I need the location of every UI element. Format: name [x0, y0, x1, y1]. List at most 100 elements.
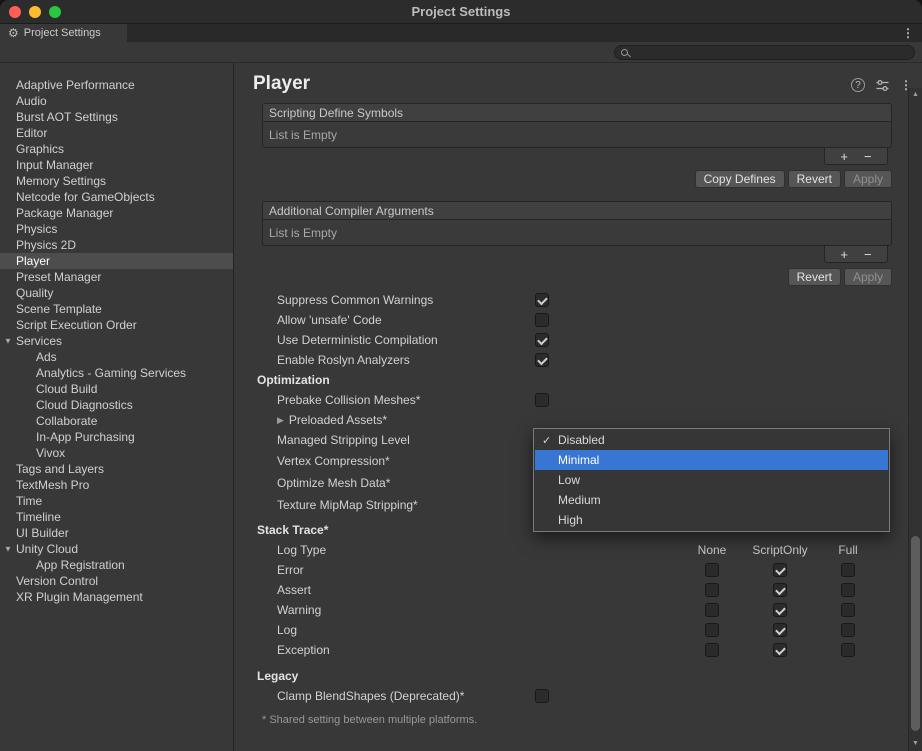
sidebar-item[interactable]: ▼ Physics 2D	[0, 237, 233, 253]
copy-defines-button[interactable]: Copy Defines	[695, 170, 785, 188]
settings-sidebar: ▼ Adaptive Performance ▼ Audio ▼ Burst A…	[0, 63, 234, 751]
zoom-button[interactable]	[49, 6, 61, 18]
setting-checkbox[interactable]	[535, 313, 549, 327]
sidebar-item[interactable]: ▼ Tags and Layers	[0, 461, 233, 477]
none-checkbox[interactable]	[705, 643, 719, 657]
none-checkbox[interactable]	[705, 583, 719, 597]
apply-button[interactable]: Apply	[844, 268, 892, 286]
none-checkbox[interactable]	[705, 603, 719, 617]
sidebar-item[interactable]: ▼ UI Builder	[0, 525, 233, 541]
setting-label: Enable Roslyn Analyzers	[277, 353, 535, 367]
tab-project-settings[interactable]: ⚙ Project Settings	[0, 24, 127, 42]
tab-label: Project Settings	[24, 27, 101, 39]
texture-mipmap-label: Texture MipMap Stripping*	[277, 498, 535, 512]
scripting-define-symbols-list: Scripting Define Symbols List is Empty +…	[262, 103, 892, 165]
sidebar-item[interactable]: ▼ Player	[0, 253, 233, 269]
preset-sliders-icon[interactable]	[876, 79, 889, 92]
vertical-scrollbar[interactable]: ▲ ▼	[908, 88, 922, 751]
sidebar-item[interactable]: ▼ Quality	[0, 285, 233, 301]
sidebar-item-label: XR Plugin Management	[16, 590, 143, 604]
help-icon[interactable]: ?	[851, 78, 865, 92]
search-input[interactable]	[632, 47, 908, 59]
dropdown-menu-item[interactable]: ✓ Disabled	[535, 430, 888, 450]
scriptonly-checkbox[interactable]	[773, 623, 787, 637]
clamp-blendshapes-checkbox[interactable]	[535, 689, 549, 703]
dropdown-menu-item[interactable]: ✓ Low	[535, 470, 888, 490]
sidebar-item[interactable]: ▼ Physics	[0, 221, 233, 237]
full-checkbox[interactable]	[841, 603, 855, 617]
sidebar-item[interactable]: ▼ Input Manager	[0, 157, 233, 173]
scriptonly-checkbox[interactable]	[773, 603, 787, 617]
sidebar-item[interactable]: ▼ Burst AOT Settings	[0, 109, 233, 125]
foldout-open-icon[interactable]: ▼	[4, 337, 12, 346]
sidebar-item[interactable]: ▼ Adaptive Performance	[0, 77, 233, 93]
revert-button[interactable]: Revert	[788, 268, 841, 286]
sidebar-item[interactable]: ▼ Audio	[0, 93, 233, 109]
setting-checkbox[interactable]	[535, 333, 549, 347]
revert-button[interactable]: Revert	[788, 170, 841, 188]
sidebar-item[interactable]: ▼ TextMesh Pro	[0, 477, 233, 493]
foldout-open-icon[interactable]: ▼	[4, 545, 12, 554]
full-checkbox[interactable]	[841, 583, 855, 597]
sidebar-item[interactable]: ▼ Preset Manager	[0, 269, 233, 285]
sidebar-item[interactable]: ▼ Script Execution Order	[0, 317, 233, 333]
sidebar-item-label: TextMesh Pro	[16, 478, 89, 492]
none-checkbox[interactable]	[705, 623, 719, 637]
remove-item-button[interactable]: −	[864, 150, 872, 163]
sidebar-item[interactable]: ▼ Time	[0, 493, 233, 509]
foldout-closed-icon[interactable]: ▶	[277, 415, 284, 426]
full-checkbox[interactable]	[841, 563, 855, 577]
sidebar-item[interactable]: ▼ Unity Cloud	[0, 541, 233, 557]
sidebar-item[interactable]: ▼ Services	[0, 333, 233, 349]
minimize-button[interactable]	[29, 6, 41, 18]
sidebar-item[interactable]: ▼ XR Plugin Management	[0, 589, 233, 605]
sidebar-item-label: Preset Manager	[16, 270, 101, 284]
none-checkbox[interactable]	[705, 563, 719, 577]
sidebar-item[interactable]: ▼ Graphics	[0, 141, 233, 157]
dropdown-menu-item[interactable]: ✓ Minimal	[535, 450, 888, 470]
sidebar-item[interactable]: ▼ Timeline	[0, 509, 233, 525]
add-item-button[interactable]: +	[840, 150, 848, 163]
full-checkbox[interactable]	[841, 643, 855, 657]
scroll-down-arrow-icon[interactable]: ▼	[909, 738, 922, 750]
managed-stripping-label: Managed Stripping Level	[277, 433, 535, 447]
tab-menu-kebab-icon[interactable]: ⋮	[902, 27, 914, 39]
sidebar-item[interactable]: ▼ Collaborate	[0, 413, 233, 429]
sidebar-item[interactable]: ▼ Version Control	[0, 573, 233, 589]
main-panel: Player ? ⋮ Scripting Define Symbols	[234, 63, 922, 751]
prebake-collision-checkbox[interactable]	[535, 393, 549, 407]
prebake-collision-label: Prebake Collision Meshes*	[277, 393, 535, 407]
sidebar-item[interactable]: ▼ Ads	[0, 349, 233, 365]
sidebar-item[interactable]: ▼ In-App Purchasing	[0, 429, 233, 445]
vertex-compression-label: Vertex Compression*	[277, 454, 535, 468]
scrollbar-thumb[interactable]	[911, 536, 920, 732]
sidebar-item-label: Vivox	[36, 446, 65, 460]
preloaded-assets-row[interactable]: ▶ Preloaded Assets*	[257, 410, 892, 430]
remove-item-button[interactable]: −	[864, 248, 872, 261]
sidebar-item[interactable]: ▼ Cloud Build	[0, 381, 233, 397]
sidebar-item[interactable]: ▼ Memory Settings	[0, 173, 233, 189]
search-field[interactable]	[614, 45, 915, 60]
setting-checkbox[interactable]	[535, 353, 549, 367]
close-button[interactable]	[9, 6, 21, 18]
setting-label: Use Deterministic Compilation	[277, 333, 535, 347]
scriptonly-checkbox[interactable]	[773, 563, 787, 577]
sidebar-item[interactable]: ▼ Editor	[0, 125, 233, 141]
scriptonly-checkbox[interactable]	[773, 583, 787, 597]
apply-button[interactable]: Apply	[844, 170, 892, 188]
sidebar-item[interactable]: ▼ Analytics - Gaming Services	[0, 365, 233, 381]
dropdown-menu-item[interactable]: ✓ High	[535, 510, 888, 530]
sidebar-item[interactable]: ▼ Scene Template	[0, 301, 233, 317]
sidebar-item-label: Package Manager	[16, 206, 113, 220]
scroll-up-arrow-icon[interactable]: ▲	[909, 89, 922, 101]
sidebar-item[interactable]: ▼ Package Manager	[0, 205, 233, 221]
dropdown-menu-item[interactable]: ✓ Medium	[535, 490, 888, 510]
sidebar-item[interactable]: ▼ App Registration	[0, 557, 233, 573]
sidebar-item[interactable]: ▼ Cloud Diagnostics	[0, 397, 233, 413]
sidebar-item[interactable]: ▼ Vivox	[0, 445, 233, 461]
full-checkbox[interactable]	[841, 623, 855, 637]
setting-checkbox[interactable]	[535, 293, 549, 307]
scriptonly-checkbox[interactable]	[773, 643, 787, 657]
add-item-button[interactable]: +	[840, 248, 848, 261]
sidebar-item[interactable]: ▼ Netcode for GameObjects	[0, 189, 233, 205]
